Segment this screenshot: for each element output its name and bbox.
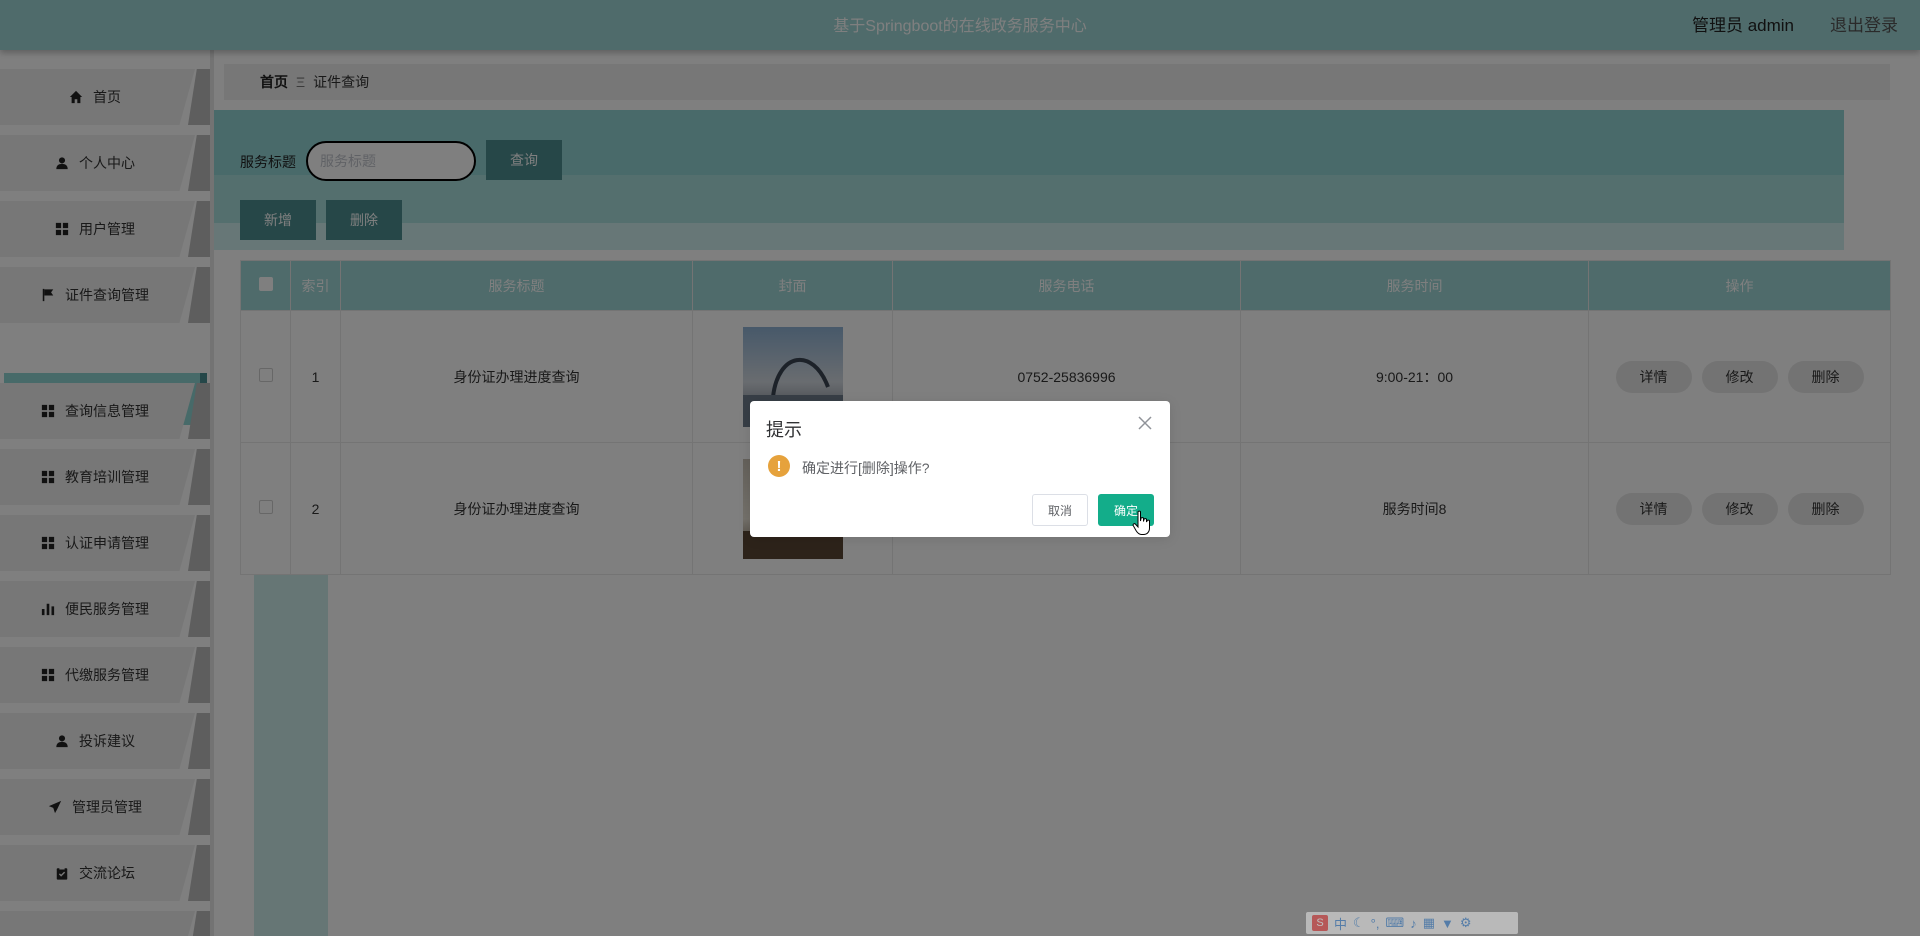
ime-toolbar[interactable]: S 中 ☾ °, ⌨ ♪ ▦ ▼ ⚙: [1306, 912, 1518, 934]
ime-moon-icon[interactable]: ☾: [1353, 915, 1365, 931]
dialog-message: 确定进行[删除]操作?: [802, 460, 930, 476]
ime-language[interactable]: 中: [1334, 914, 1347, 933]
close-icon[interactable]: [1138, 416, 1154, 432]
dialog-title: 提示: [766, 420, 802, 440]
ime-logo-icon: S: [1312, 915, 1328, 931]
ime-punctuation-icon[interactable]: °,: [1371, 916, 1380, 931]
ime-skin-icon[interactable]: ▼: [1441, 916, 1454, 931]
confirm-dialog: 提示 ! 确定进行[删除]操作? 取消 确定: [750, 401, 1170, 537]
ime-grid-icon[interactable]: ▦: [1423, 915, 1435, 931]
ime-gear-icon[interactable]: ⚙: [1460, 915, 1472, 931]
hand-cursor-icon: [1132, 510, 1150, 535]
warning-icon: !: [768, 455, 790, 477]
ime-keyboard-icon[interactable]: ⌨: [1385, 915, 1404, 931]
ime-mic-icon[interactable]: ♪: [1410, 916, 1417, 931]
cancel-button[interactable]: 取消: [1032, 494, 1088, 526]
